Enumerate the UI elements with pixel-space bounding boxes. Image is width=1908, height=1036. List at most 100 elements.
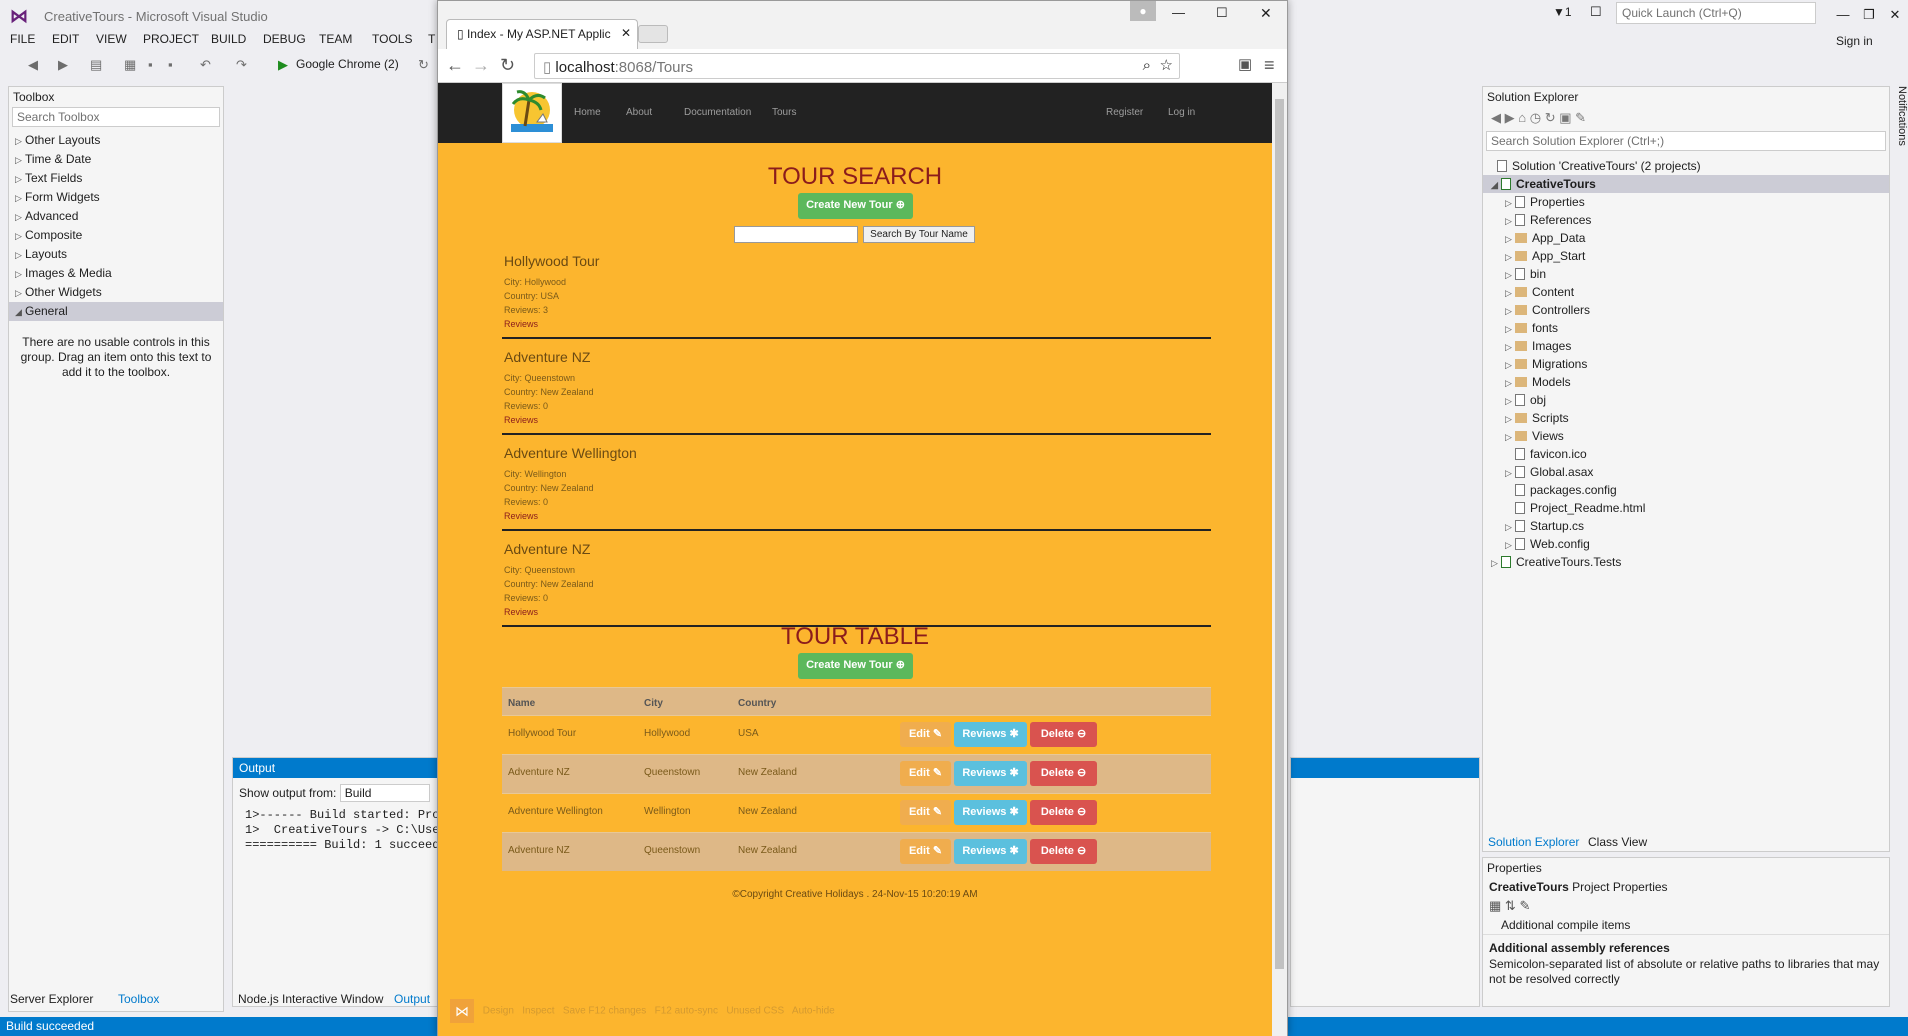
bookmark-star-icon[interactable]: ☆: [1160, 56, 1173, 74]
undo-icon[interactable]: ↶: [200, 57, 211, 73]
site-logo[interactable]: [502, 83, 562, 143]
close-button[interactable]: ✕: [1882, 4, 1908, 26]
search-by-name-button[interactable]: Search By Tour Name: [863, 226, 975, 243]
history-icon[interactable]: ◷: [1530, 110, 1541, 125]
redo-icon[interactable]: ↷: [236, 57, 247, 73]
edit-button[interactable]: Edit ✎: [900, 722, 951, 747]
extension-icon[interactable]: ▣: [1238, 55, 1252, 73]
toolbox-group[interactable]: ▷ Other Layouts: [9, 131, 223, 150]
bl-auto-sync[interactable]: F12 auto-sync: [655, 1006, 718, 1017]
bl-save-changes[interactable]: Save F12 changes: [563, 1006, 646, 1017]
browser-minimize-button[interactable]: —: [1172, 5, 1185, 20]
nav-documentation[interactable]: Documentation: [684, 107, 751, 118]
nav-about[interactable]: About: [626, 107, 652, 118]
refresh-icon[interactable]: ↻: [1545, 110, 1556, 125]
project-item[interactable]: ▷ Scripts: [1483, 409, 1889, 427]
menu-view[interactable]: VIEW: [96, 32, 127, 46]
reviews-button[interactable]: Reviews ✱: [954, 722, 1027, 747]
project-item[interactable]: ▷ Models: [1483, 373, 1889, 391]
property-pages-icon[interactable]: ✎: [1519, 898, 1530, 913]
tab-server-explorer[interactable]: Server Explorer: [10, 992, 93, 1006]
page-scrollbar[interactable]: [1272, 83, 1287, 1036]
menu-debug[interactable]: DEBUG: [263, 32, 306, 46]
tour-reviews-link[interactable]: Reviews: [504, 605, 1212, 619]
wrench-icon[interactable]: ✎: [1575, 110, 1586, 125]
menu-team[interactable]: TEAM: [319, 32, 352, 46]
back-arrow-icon[interactable]: ←: [446, 55, 464, 76]
solution-search-input[interactable]: Search Solution Explorer (Ctrl+;): [1486, 131, 1886, 151]
project-item[interactable]: ▷ Content: [1483, 283, 1889, 301]
project-item[interactable]: ▷ fonts: [1483, 319, 1889, 337]
save-icon[interactable]: ▪: [148, 57, 153, 72]
tab-class-view[interactable]: Class View: [1588, 835, 1647, 849]
nav-login[interactable]: Log in: [1168, 107, 1195, 118]
project-item[interactable]: favicon.ico: [1483, 445, 1889, 463]
toolbox-group[interactable]: ▷ Advanced: [9, 207, 223, 226]
project-item[interactable]: ▷ Controllers: [1483, 301, 1889, 319]
toolbox-group[interactable]: ▷ Time & Date: [9, 150, 223, 169]
delete-button[interactable]: Delete ⊖: [1030, 839, 1097, 864]
tab-nodejs-window[interactable]: Node.js Interactive Window: [238, 992, 383, 1006]
toolbox-group[interactable]: ▷ Composite: [9, 226, 223, 245]
menu-file[interactable]: FILE: [10, 32, 35, 46]
save-all-icon[interactable]: ▪: [168, 57, 173, 72]
back-icon[interactable]: ◀: [1491, 110, 1501, 125]
notifications-tab[interactable]: Notifications: [1893, 86, 1908, 286]
forward-icon[interactable]: ▶: [1505, 110, 1515, 125]
open-icon[interactable]: ▦: [124, 57, 136, 73]
browser-tab[interactable]: ▯ Index - My ASP.NET Applic: [446, 19, 638, 49]
tour-reviews-link[interactable]: Reviews: [504, 413, 1212, 427]
delete-button[interactable]: Delete ⊖: [1030, 800, 1097, 825]
sign-in-link[interactable]: Sign in: [1836, 34, 1873, 48]
filter-icon[interactable]: ▼1: [1553, 5, 1572, 19]
create-new-tour-button[interactable]: Create New Tour ⊕: [798, 193, 913, 219]
bl-auto-hide[interactable]: Auto-hide: [792, 1006, 835, 1017]
toolbox-group-general[interactable]: ◢ General: [9, 302, 223, 321]
new-tab-button[interactable]: [638, 25, 668, 43]
project-item[interactable]: Project_Readme.html: [1483, 499, 1889, 517]
solution-node[interactable]: Solution 'CreativeTours' (2 projects): [1483, 157, 1889, 175]
reviews-button[interactable]: Reviews ✱: [954, 800, 1027, 825]
tests-project-node[interactable]: ▷ CreativeTours.Tests: [1483, 553, 1889, 571]
menu-tools[interactable]: TOOLS: [372, 32, 412, 46]
back-icon[interactable]: ◀: [28, 57, 38, 73]
edit-button[interactable]: Edit ✎: [900, 800, 951, 825]
tour-reviews-link[interactable]: Reviews: [504, 509, 1212, 523]
toolbox-group[interactable]: ▷ Text Fields: [9, 169, 223, 188]
home-icon[interactable]: ⌂: [1518, 110, 1526, 125]
profile-icon[interactable]: ●: [1130, 1, 1156, 21]
menu-project[interactable]: PROJECT: [143, 32, 199, 46]
browser-link-icon[interactable]: ⋈: [450, 999, 474, 1023]
nav-register[interactable]: Register: [1106, 107, 1143, 118]
menu-test[interactable]: T: [428, 32, 435, 46]
quick-launch-input[interactable]: Quick Launch (Ctrl+Q): [1616, 2, 1816, 24]
reviews-button[interactable]: Reviews ✱: [954, 761, 1027, 786]
zoom-icon[interactable]: ⌕: [1143, 57, 1151, 74]
run-icon[interactable]: ▶: [278, 57, 288, 73]
close-tab-icon[interactable]: ✕: [621, 26, 631, 40]
toolbox-group[interactable]: ▷ Layouts: [9, 245, 223, 264]
menu-edit[interactable]: EDIT: [52, 32, 79, 46]
forward-arrow-icon[interactable]: →: [472, 55, 490, 76]
run-target[interactable]: Google Chrome (2): [296, 57, 399, 71]
project-item[interactable]: ▷ Views: [1483, 427, 1889, 445]
refresh-icon[interactable]: ↻: [418, 57, 429, 73]
project-item[interactable]: ▷ Images: [1483, 337, 1889, 355]
browser-maximize-button[interactable]: ☐: [1216, 5, 1228, 21]
url-bar[interactable]: ▯ localhost:8068/Tours ⌕ ☆: [534, 53, 1180, 79]
project-item[interactable]: ▷ App_Start: [1483, 247, 1889, 265]
project-item[interactable]: ▷ Migrations: [1483, 355, 1889, 373]
properties-object[interactable]: CreativeTours Project Properties: [1483, 878, 1889, 896]
tour-search-input[interactable]: [734, 226, 858, 243]
feedback-icon[interactable]: ☐: [1590, 4, 1602, 20]
project-node[interactable]: ◢ CreativeTours: [1483, 175, 1889, 193]
forward-icon[interactable]: ▶: [58, 57, 68, 73]
menu-build[interactable]: BUILD: [211, 32, 246, 46]
nav-tours[interactable]: Tours: [772, 107, 796, 118]
tour-reviews-link[interactable]: Reviews: [504, 317, 1212, 331]
edit-button[interactable]: Edit ✎: [900, 761, 951, 786]
bl-unused-css[interactable]: Unused CSS: [726, 1006, 784, 1017]
new-project-icon[interactable]: ▤: [90, 57, 102, 73]
delete-button[interactable]: Delete ⊖: [1030, 761, 1097, 786]
project-item[interactable]: ▷ Global.asax: [1483, 463, 1889, 481]
